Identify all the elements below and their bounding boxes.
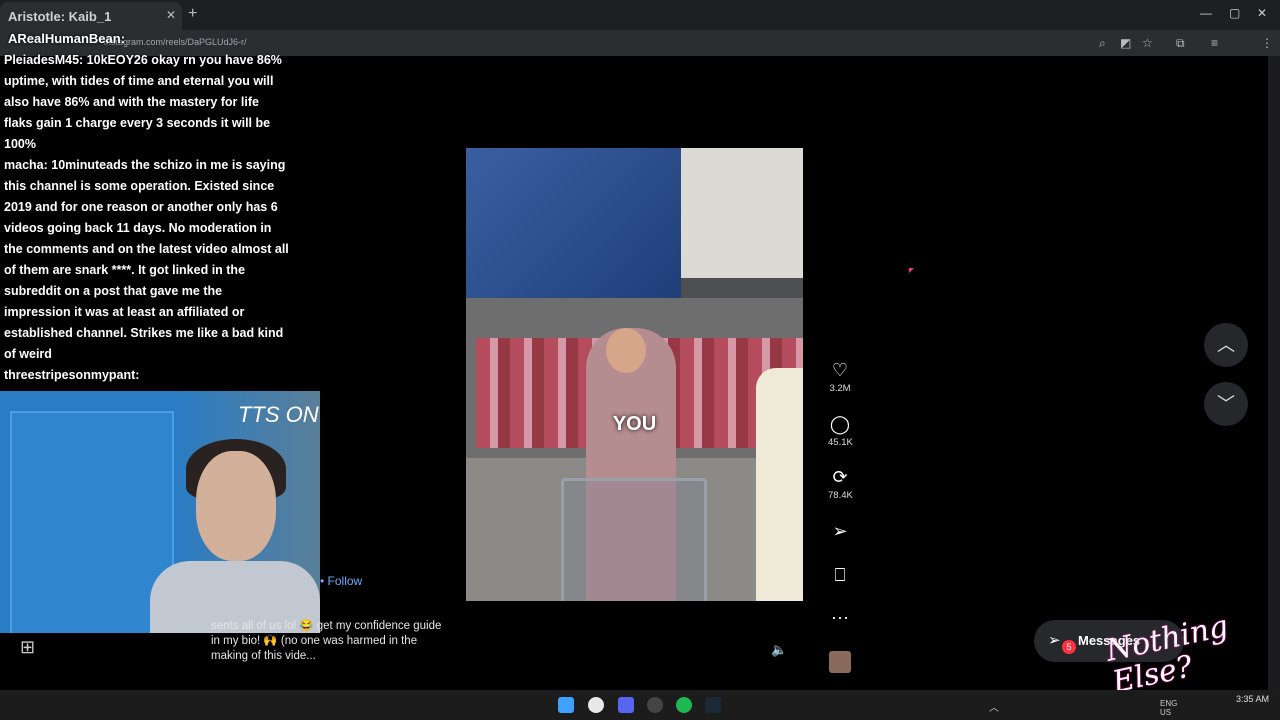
browser-tab[interactable]: Aristotle: Kaib_1 ✕ — [0, 2, 182, 30]
repost-icon[interactable]: ⟳ — [828, 467, 852, 487]
chat-message: threestripesonmypant: — [4, 368, 140, 382]
tts-indicator: TTS ON — [238, 402, 319, 427]
extension-icon[interactable]: ◩ — [1120, 36, 1131, 50]
new-tab-icon[interactable]: + — [188, 5, 197, 23]
repost-count: 78.4K — [828, 490, 853, 501]
chrome-icon[interactable] — [588, 697, 604, 713]
audio-avatar[interactable] — [829, 651, 851, 673]
chat-overlay: PleiadesM45: 10kEOY26 okay rn you have 8… — [4, 50, 290, 386]
mouse-cursor — [909, 268, 914, 273]
menu-icon[interactable]: ⋮ — [1261, 36, 1273, 50]
zoom-icon[interactable]: ⌕ — [1099, 36, 1106, 51]
repost-button[interactable]: ⟳ 78.4K — [828, 467, 853, 501]
spotify-icon[interactable] — [676, 697, 692, 713]
page-scrollbar[interactable] — [1268, 56, 1280, 690]
extensions-icon[interactable]: ⧉ — [1176, 36, 1185, 51]
like-count: 3.2M — [829, 383, 851, 394]
chat-message: macha: 10minuteads the schizo in me is s… — [4, 158, 289, 361]
follow-link[interactable]: • Follow — [320, 574, 362, 588]
chat-message: PleiadesM45: 10kEOY26 okay rn you have 8… — [4, 53, 282, 151]
comment-icon[interactable]: ◯ — [828, 414, 852, 434]
store-wall-light — [681, 148, 803, 278]
volume-icon[interactable]: 🔈 — [771, 642, 787, 658]
messages-badge: 5 — [1062, 640, 1076, 654]
discord-icon[interactable] — [618, 697, 634, 713]
close-tab-icon[interactable]: ✕ — [166, 8, 176, 22]
share-button[interactable]: ➢ — [828, 521, 852, 541]
close-window-icon[interactable]: ✕ — [1257, 6, 1267, 20]
heart-icon[interactable]: ♡ — [828, 360, 852, 380]
chat-top-user: ARealHumanBean: — [8, 31, 126, 46]
webcam-overlay: TTS ON — [0, 391, 320, 633]
chevron-down-icon: ﹀ — [1217, 394, 1235, 414]
reel-video[interactable]: YOU — [466, 148, 803, 601]
store-wall — [466, 148, 681, 298]
url-text[interactable]: instagram.com/reels/DaPGLUdJ6-r/ — [104, 37, 247, 47]
previous-reel-button[interactable]: ︿ — [1204, 323, 1248, 367]
person-white-shirt — [756, 368, 803, 601]
send-icon: ➢ — [1048, 632, 1061, 649]
comment-button[interactable]: ◯ 45.1K — [828, 414, 853, 448]
send-icon[interactable]: ➢ — [828, 521, 852, 541]
minimize-icon[interactable]: — — [1200, 6, 1212, 20]
language-indicator[interactable]: ENG US — [1160, 699, 1178, 717]
person-head — [606, 328, 646, 373]
bookmark-star-icon[interactable]: ☆ — [1142, 36, 1153, 50]
video-caption-overlay: YOU — [612, 413, 657, 435]
maximize-icon[interactable]: ▢ — [1229, 6, 1240, 20]
more-button[interactable]: ··· — [828, 607, 852, 627]
post-caption[interactable]: sents all of us lol 😂 get my confidence … — [211, 619, 451, 664]
taskbar: ︿ ENG US 3:35 AM — [0, 690, 1280, 720]
tray-chevron-icon[interactable]: ︿ — [989, 699, 999, 714]
apps-icon[interactable]: ⊞ — [20, 637, 35, 658]
next-reel-button[interactable]: ﹀ — [1204, 382, 1248, 426]
more-icon[interactable]: ··· — [828, 607, 852, 627]
windows-start-icon[interactable] — [558, 697, 574, 713]
reel-player[interactable]: YOU 🔈 — [466, 74, 803, 674]
browser-titlebar: Aristotle: Kaib_1 ✕ + — ▢ ✕ — [0, 0, 1280, 30]
steam-icon[interactable] — [705, 697, 721, 713]
comment-count: 45.1K — [828, 437, 853, 448]
chevron-up-icon: ︿ — [1217, 335, 1235, 355]
like-button[interactable]: ♡ 3.2M — [828, 360, 852, 394]
obs-icon[interactable] — [647, 697, 663, 713]
save-button[interactable]: ⎕ — [828, 565, 852, 585]
shopping-cart — [561, 478, 707, 601]
bookmark-icon[interactable]: ⎕ — [828, 565, 852, 585]
streamer-face — [196, 451, 276, 561]
system-clock[interactable]: 3:35 AM — [1236, 694, 1269, 705]
tab-title: Aristotle: Kaib_1 — [8, 9, 112, 24]
sidebar-icon[interactable]: ≡ — [1211, 36, 1218, 50]
